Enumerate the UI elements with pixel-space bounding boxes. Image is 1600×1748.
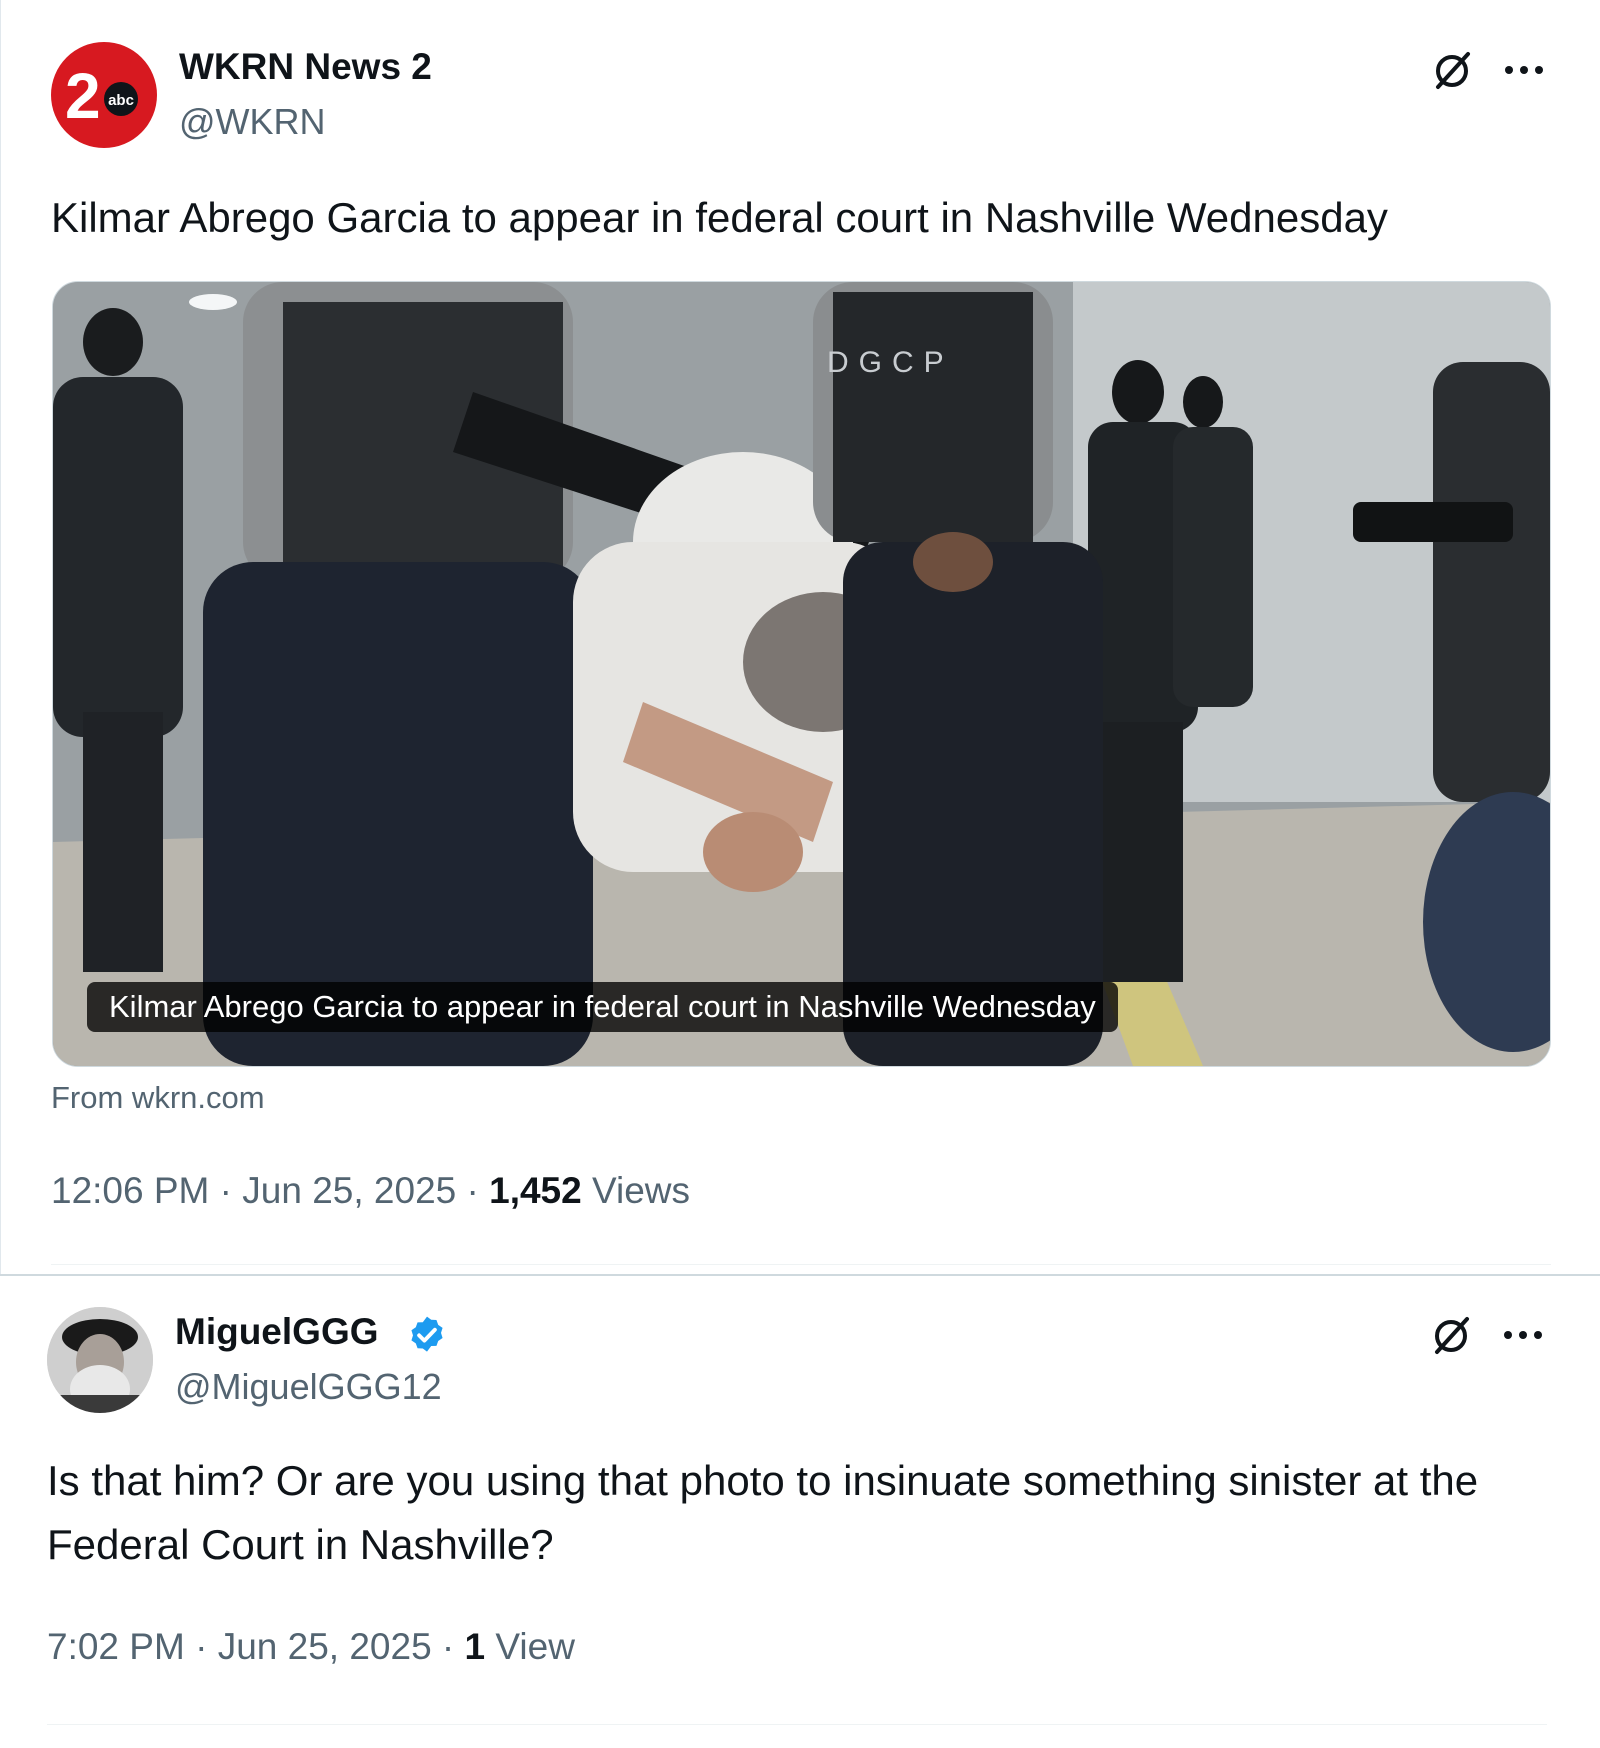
tweet-metadata: 7:02 PM · Jun 25, 2025 · 1 View <box>47 1626 575 1668</box>
card-source[interactable]: From wkrn.com <box>51 1080 265 1116</box>
tweet-time[interactable]: 7:02 PM <box>47 1626 185 1667</box>
grok-icon[interactable] <box>1427 46 1477 96</box>
views-count: 1,452 <box>489 1170 582 1211</box>
logo-badge: abc <box>108 92 134 109</box>
tweet-time[interactable]: 12:06 PM <box>51 1170 209 1211</box>
views-label: View <box>495 1626 575 1667</box>
user-avatar-photo <box>47 1307 153 1413</box>
card-photo: DGCP <box>53 282 1550 1066</box>
link-card-image[interactable]: DGCP Kilmar Abrego Garcia to appear in f… <box>52 281 1551 1067</box>
vest-lettering: DGCP <box>827 346 954 379</box>
divider <box>51 1264 1551 1265</box>
more-options-icon[interactable] <box>1499 50 1549 90</box>
avatar-miguel[interactable] <box>47 1307 153 1413</box>
separator: · <box>431 1626 465 1667</box>
views-label: Views <box>592 1170 691 1211</box>
divider <box>47 1724 1547 1725</box>
author-handle[interactable]: @MiguelGGG12 <box>175 1366 442 1408</box>
tweet-metadata: 12:06 PM · Jun 25, 2025 · 1,452 Views <box>51 1170 690 1212</box>
grok-icon[interactable] <box>1426 1311 1476 1361</box>
wkrn-logo-icon: 2 abc <box>65 60 138 132</box>
separator: · <box>456 1170 490 1211</box>
tweet-text: Kilmar Abrego Garcia to appear in federa… <box>51 194 1388 241</box>
separator: · <box>209 1170 243 1211</box>
separator: · <box>184 1626 218 1667</box>
views-count: 1 <box>464 1626 486 1667</box>
more-options-icon[interactable] <box>1498 1315 1548 1355</box>
tweet-miguel[interactable]: MiguelGGG @MiguelGGG12 Is that him? Or a… <box>0 1274 1600 1748</box>
logo-number: 2 <box>65 60 101 132</box>
author-name[interactable]: MiguelGGG <box>175 1311 379 1353</box>
avatar-wkrn[interactable]: 2 abc <box>51 42 157 148</box>
author-name[interactable]: WKRN News 2 <box>179 46 432 88</box>
tweet-wkrn[interactable]: 2 abc WKRN News 2 @WKRN Kilmar Abrego Ga… <box>0 0 1600 1274</box>
tweet-text: Is that him? Or are you using that photo… <box>47 1457 1479 1568</box>
verified-badge-icon <box>404 1312 450 1358</box>
tweet-date[interactable]: Jun 25, 2025 <box>242 1170 456 1211</box>
tweet-date[interactable]: Jun 25, 2025 <box>218 1626 432 1667</box>
author-handle[interactable]: @WKRN <box>179 101 326 143</box>
card-caption: Kilmar Abrego Garcia to appear in federa… <box>87 982 1118 1032</box>
